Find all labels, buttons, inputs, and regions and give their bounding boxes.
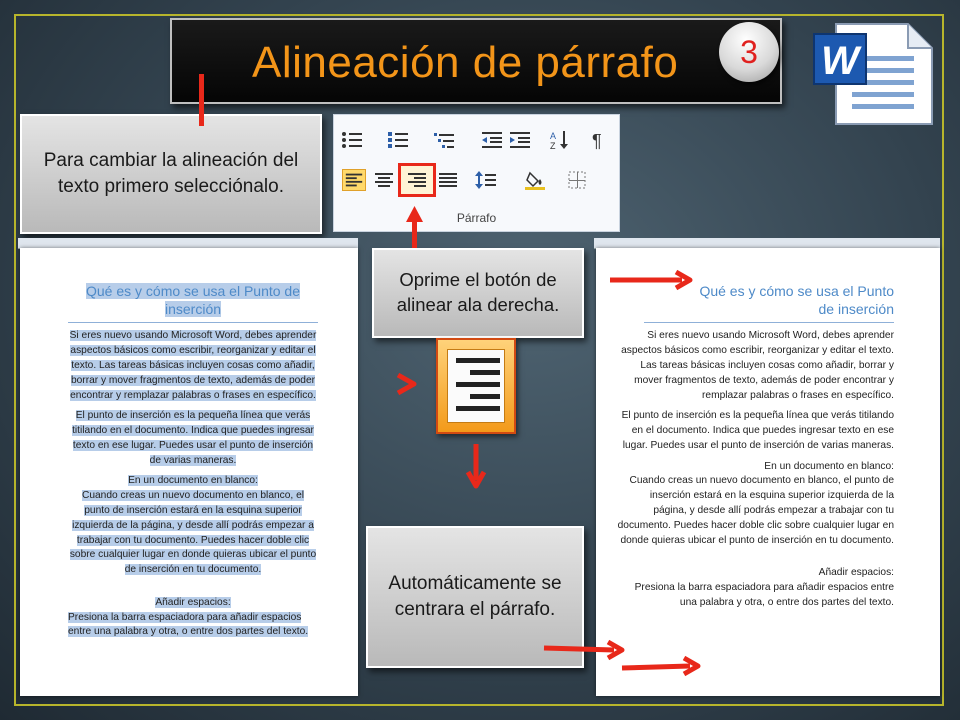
arrow-up-to-button	[406, 206, 423, 248]
arrow-right-heading	[610, 269, 693, 291]
arrows-overlay	[199, 74, 701, 677]
title-connector-line	[199, 74, 204, 126]
arrow-down-result	[465, 444, 487, 489]
arrow-right-bottom	[621, 655, 701, 677]
arrow-right-left-doc	[322, 372, 417, 396]
arrow-right-from-callout	[543, 639, 625, 661]
